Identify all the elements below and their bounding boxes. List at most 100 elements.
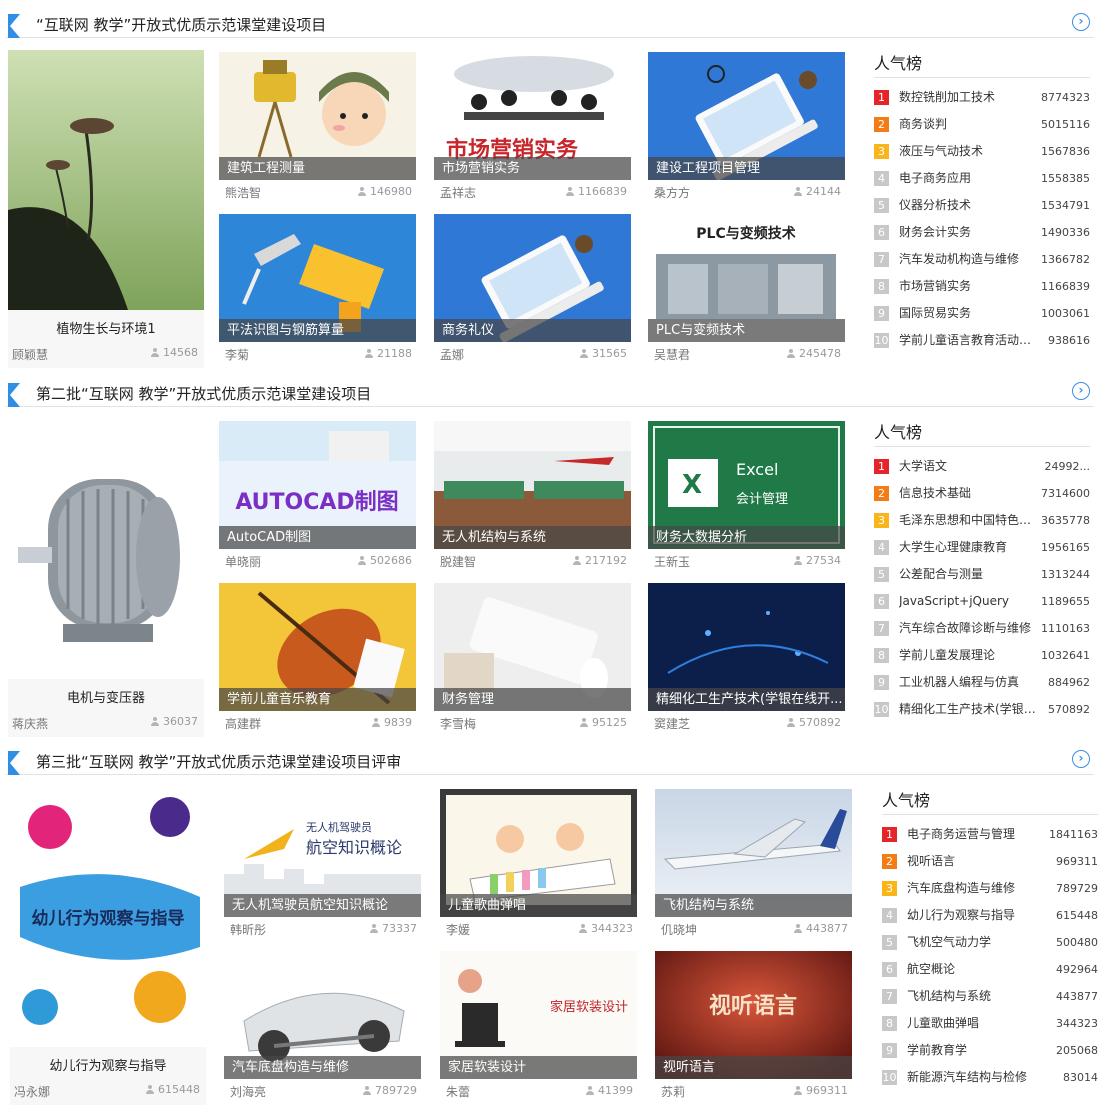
course-caption[interactable]: 学前儿童音乐教育 xyxy=(219,688,416,711)
course-card[interactable]: 无人机驾驶员 航空知识概论 无人机驾驶员航空知识概论 韩昕彤 73337 xyxy=(224,789,421,941)
featured-course[interactable]: 幼儿行为观察与指导 幼儿行为观察与指导 冯永娜 615448 xyxy=(10,787,206,1105)
course-caption[interactable]: 飞机结构与系统 xyxy=(655,894,852,917)
course-card[interactable]: 汽车底盘构造与维修 刘海亮 789729 xyxy=(224,951,421,1103)
ranking-item[interactable]: 5 飞机空气动力学 500480 xyxy=(882,929,1098,956)
ranking-item[interactable]: 4 幼儿行为观察与指导 615448 xyxy=(882,902,1098,929)
course-title[interactable]: 电机与变压器 xyxy=(8,687,204,706)
ranking-item[interactable]: 4 大学生心理健康教育 1956165 xyxy=(874,534,1090,561)
course-title[interactable]: 幼儿行为观察与指导 xyxy=(10,1055,206,1074)
course-caption[interactable]: 财务大数据分析 xyxy=(648,526,845,549)
ranking-item[interactable]: 10 学前儿童语言教育活动设... 938616 xyxy=(874,327,1090,354)
ranking-item[interactable]: 10 精细化工生产技术(学银在... 570892 xyxy=(874,696,1090,723)
view-count: 24144 xyxy=(794,185,841,198)
ranking-item[interactable]: 6 财务会计实务 1490336 xyxy=(874,219,1090,246)
course-caption[interactable]: 无人机结构与系统 xyxy=(434,526,631,549)
ranking-item[interactable]: 4 电子商务应用 1558385 xyxy=(874,165,1090,192)
ranking-item[interactable]: 9 学前教育学 205068 xyxy=(882,1037,1098,1064)
cover-art-text: 幼儿行为观察与指导 xyxy=(32,908,185,929)
course-author: 刘海亮 xyxy=(230,1085,267,1099)
course-card[interactable]: 视听语言 视听语言 苏莉 969311 xyxy=(655,951,852,1103)
course-card[interactable]: 儿童歌曲弹唱 李媛 344323 xyxy=(440,789,637,941)
person-icon xyxy=(573,556,581,565)
view-count: 14568 xyxy=(151,346,198,359)
course-title[interactable]: 植物生长与环境1 xyxy=(8,318,204,337)
course-author: 韩昕彤 xyxy=(230,923,267,937)
person-icon xyxy=(586,1086,594,1095)
course-caption[interactable]: 精细化工生产技术(学银在线开... xyxy=(648,688,845,711)
view-count: 217192 xyxy=(573,554,627,567)
course-card[interactable]: 商务礼仪 孟娜 31565 xyxy=(434,214,631,366)
course-card[interactable]: 建设工程项目管理 桑方方 24144 xyxy=(648,52,845,204)
ranking-item[interactable]: 6 JavaScript+jQuery 1189655 xyxy=(874,588,1090,615)
course-caption[interactable]: 建设工程项目管理 xyxy=(648,157,845,180)
course-caption[interactable]: 视听语言 xyxy=(655,1056,852,1079)
ranking-item[interactable]: 1 数控铣削加工技术 8774323 xyxy=(874,84,1090,111)
course-author: 李媛 xyxy=(446,923,471,937)
course-card[interactable]: X Excel 会计管理 财务大数据分析 王新玉 27534 xyxy=(648,421,845,573)
course-caption[interactable]: 建筑工程测量 xyxy=(219,157,416,180)
course-card[interactable]: 家居软装设计 家居软装设计 朱蕾 41399 xyxy=(440,951,637,1103)
featured-course[interactable]: 植物生长与环境1 顾颖慧 14568 xyxy=(8,50,204,368)
course-card[interactable]: 财务管理 李雪梅 95125 xyxy=(434,583,631,735)
ranking-item[interactable]: 3 液压与气动技术 1567836 xyxy=(874,138,1090,165)
ranking-item[interactable]: 8 儿童歌曲弹唱 344323 xyxy=(882,1010,1098,1037)
course-caption[interactable]: 无人机驾驶员航空知识概论 xyxy=(224,894,421,917)
course-caption[interactable]: 汽车底盘构造与维修 xyxy=(224,1056,421,1079)
ranking-item[interactable]: 9 工业机器人编程与仿真 884962 xyxy=(874,669,1090,696)
person-icon xyxy=(580,718,588,727)
more-button[interactable]: › xyxy=(1072,382,1090,400)
ranking-item[interactable]: 5 公差配合与测量 1313244 xyxy=(874,561,1090,588)
course-card[interactable]: 精细化工生产技术(学银在线开... 窦建芝 570892 xyxy=(648,583,845,735)
featured-course[interactable]: 电机与变压器 蒋庆燕 36037 xyxy=(8,419,204,737)
ranking-item[interactable]: 10 新能源汽车结构与检修 83014 xyxy=(882,1064,1098,1091)
course-cover-image[interactable] xyxy=(8,419,204,679)
course-author: 熊浩智 xyxy=(225,186,262,200)
course-caption[interactable]: 财务管理 xyxy=(434,688,631,711)
course-caption[interactable]: PLC与变频技术 xyxy=(648,319,845,342)
ranking-item[interactable]: 1 电子商务运营与管理 1841163 xyxy=(882,821,1098,848)
course-card[interactable]: 飞机结构与系统 仉晓坤 443877 xyxy=(655,789,852,941)
course-card[interactable]: 无人机结构与系统 脱建智 217192 xyxy=(434,421,631,573)
ranking-item[interactable]: 8 市场营销实务 1166839 xyxy=(874,273,1090,300)
ranking-item[interactable]: 8 学前儿童发展理论 1032641 xyxy=(874,642,1090,669)
ranking-item[interactable]: 7 飞机结构与系统 443877 xyxy=(882,983,1098,1010)
person-icon xyxy=(794,187,802,196)
ranking-item[interactable]: 1 大学语文 24992... xyxy=(874,453,1090,480)
ranking-item[interactable]: 2 商务谈判 5015116 xyxy=(874,111,1090,138)
course-cover-image[interactable] xyxy=(8,50,204,310)
section-2: 第二批“互联网 教学”开放式优质示范课堂建设项目 › 电机与变压器 蒋庆燕 36… xyxy=(0,377,1102,739)
course-author: 孟祥志 xyxy=(440,186,477,200)
person-icon xyxy=(794,1086,802,1095)
course-caption[interactable]: 儿童歌曲弹唱 xyxy=(440,894,637,917)
more-button[interactable]: › xyxy=(1072,13,1090,31)
person-icon xyxy=(566,187,574,196)
course-caption[interactable]: AutoCAD制图 xyxy=(219,526,416,549)
course-caption[interactable]: 平法识图与钢筋算量 xyxy=(219,319,416,342)
course-caption[interactable]: 市场营销实务 xyxy=(434,157,631,180)
ranking-item[interactable]: 2 信息技术基础 7314600 xyxy=(874,480,1090,507)
ranking-item[interactable]: 9 国际贸易实务 1003061 xyxy=(874,300,1090,327)
person-icon xyxy=(372,718,380,727)
ranking-item[interactable]: 3 汽车底盘构造与维修 789729 xyxy=(882,875,1098,902)
course-card[interactable]: 市场营销实务 市场营销实务 孟祥志 1166839 xyxy=(434,52,631,204)
ranking-item[interactable]: 3 毛泽东思想和中国特色社... 3635778 xyxy=(874,507,1090,534)
course-card[interactable]: 学前儿童音乐教育 高建群 9839 xyxy=(219,583,416,735)
ranking-item[interactable]: 5 仪器分析技术 1534791 xyxy=(874,192,1090,219)
view-count: 27534 xyxy=(794,554,841,567)
ranking-item[interactable]: 6 航空概论 492964 xyxy=(882,956,1098,983)
person-icon xyxy=(358,187,366,196)
section-header: 第三批“互联网 教学”开放式优质示范课堂建设项目评审 › xyxy=(6,745,1094,775)
course-card[interactable]: 建筑工程测量 熊浩智 146980 xyxy=(219,52,416,204)
ranking-item[interactable]: 2 视听语言 969311 xyxy=(882,848,1098,875)
course-card[interactable]: AUTOCAD制图 AutoCAD制图 单晓丽 502686 xyxy=(219,421,416,573)
cover-art-text: 视听语言 xyxy=(709,993,797,1019)
course-card[interactable]: PLC与变频技术 PLC与变频技术 吴慧君 245478 xyxy=(648,214,845,366)
ranking-item[interactable]: 7 汽车综合故障诊断与维修 1110163 xyxy=(874,615,1090,642)
section-3: 第三批“互联网 教学”开放式优质示范课堂建设项目评审 › 幼儿行为观察与指导 幼… xyxy=(0,745,1102,1106)
ranking-item[interactable]: 7 汽车发动机构造与维修 1366782 xyxy=(874,246,1090,273)
course-cover-image[interactable]: 幼儿行为观察与指导 xyxy=(10,787,206,1047)
course-caption[interactable]: 家居软装设计 xyxy=(440,1056,637,1079)
course-card[interactable]: 平法识图与钢筋算量 李菊 21188 xyxy=(219,214,416,366)
more-button[interactable]: › xyxy=(1072,750,1090,768)
course-caption[interactable]: 商务礼仪 xyxy=(434,319,631,342)
